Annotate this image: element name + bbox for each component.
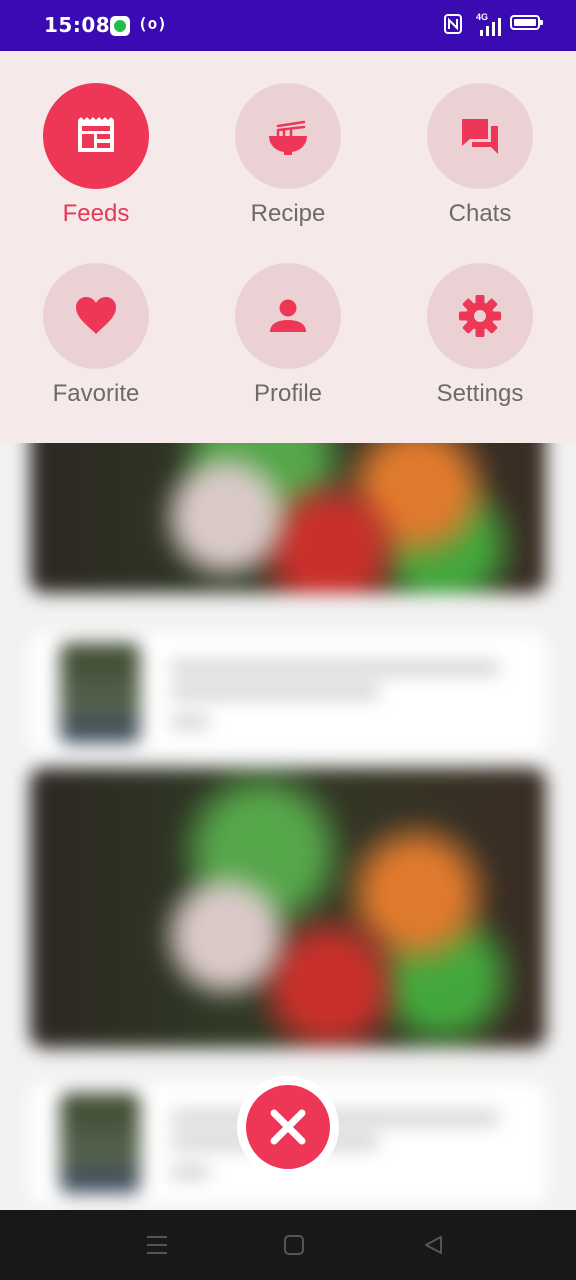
menu-item-chats[interactable]: Chats	[384, 51, 576, 231]
close-menu-button[interactable]	[237, 1076, 339, 1178]
nfc-icon	[444, 14, 462, 40]
menu-circle-chats	[427, 83, 533, 189]
menu-label: Settings	[436, 380, 524, 407]
messaging-app-icon	[110, 16, 130, 36]
feed-card-thumbnail	[60, 643, 140, 743]
status-bar: 15:08 (o) 4G	[0, 0, 576, 51]
menu-panel: Feeds Recipe Chats Favorite Profile Sett…	[0, 51, 576, 443]
menu-circle-favorite	[43, 263, 149, 369]
menu-circle-recipe	[235, 83, 341, 189]
network-tag: 4G	[476, 12, 489, 22]
noodle-bowl-icon	[269, 120, 307, 155]
menu-label: Feeds	[62, 200, 130, 227]
gear-icon	[459, 295, 501, 337]
menu-item-settings[interactable]: Settings	[384, 231, 576, 411]
feed-card	[30, 633, 546, 753]
close-icon	[270, 1109, 306, 1145]
menu-circle-feeds	[43, 83, 149, 189]
menu-item-profile[interactable]: Profile	[192, 231, 384, 411]
battery-icon	[510, 15, 543, 30]
home-icon[interactable]	[281, 1232, 307, 1258]
signal-4g-icon: 4G	[476, 12, 504, 36]
menu-label: Profile	[253, 380, 323, 407]
feed-photo	[30, 443, 546, 593]
menu-circle-profile	[235, 263, 341, 369]
newspaper-icon	[78, 117, 114, 152]
feed-photo	[30, 768, 546, 1048]
radio-icon: (o)	[138, 14, 167, 33]
menu-item-feeds[interactable]: Feeds	[0, 51, 192, 231]
status-time: 15:08	[44, 13, 111, 37]
navigation-bar	[0, 1210, 576, 1280]
menu-item-recipe[interactable]: Recipe	[192, 51, 384, 231]
menu-label: Favorite	[52, 380, 140, 407]
person-icon	[270, 299, 306, 332]
heart-icon	[76, 297, 116, 334]
back-icon[interactable]	[420, 1232, 446, 1258]
menu-label: Chats	[448, 200, 512, 227]
menu-label: Recipe	[250, 200, 326, 227]
menu-icon[interactable]	[144, 1232, 170, 1258]
close-button-circle	[246, 1085, 330, 1169]
menu-item-favorite[interactable]: Favorite	[0, 231, 192, 411]
menu-circle-settings	[427, 263, 533, 369]
feed-card-thumbnail	[60, 1093, 140, 1193]
chat-bubbles-icon	[462, 119, 498, 154]
